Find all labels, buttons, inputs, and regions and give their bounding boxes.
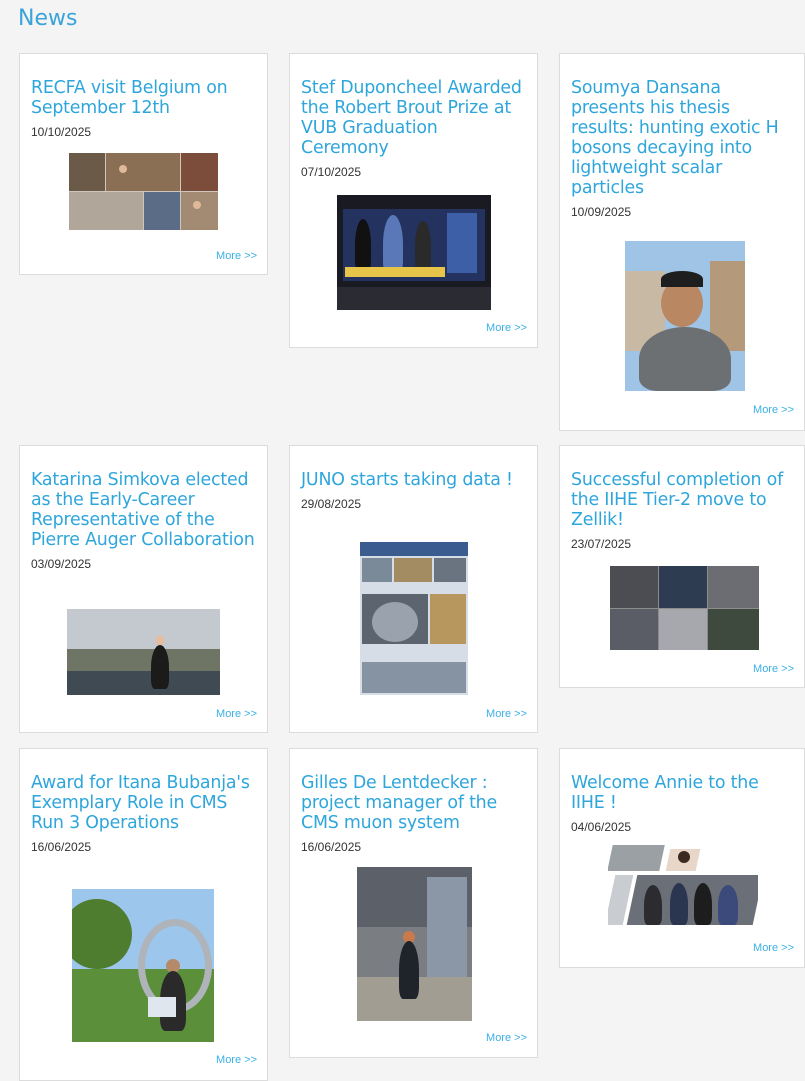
- news-title-link[interactable]: Welcome Annie to the IIHE !: [571, 773, 794, 813]
- news-card: Award for Itana Bubanja's Exemplary Role…: [19, 748, 268, 1081]
- news-card: Soumya Dansana presents his thesis resul…: [559, 53, 805, 431]
- news-card: Gilles De Lentdecker : project manager o…: [289, 748, 538, 1058]
- news-card: Katarina Simkova elected as the Early-Ca…: [19, 445, 268, 733]
- news-title-link[interactable]: RECFA visit Belgium on September 12th: [31, 78, 257, 118]
- news-title-link[interactable]: Soumya Dansana presents his thesis resul…: [571, 78, 794, 198]
- news-card: Successful completion of the IIHE Tier-2…: [559, 445, 805, 688]
- news-date: 04/06/2025: [571, 820, 632, 834]
- news-date: 16/06/2025: [301, 840, 362, 854]
- more-link[interactable]: More >>: [753, 663, 794, 675]
- more-link[interactable]: More >>: [753, 404, 794, 416]
- more-link[interactable]: More >>: [486, 1032, 527, 1044]
- news-date: 10/10/2025: [31, 125, 92, 139]
- news-title-link[interactable]: JUNO starts taking data !: [301, 470, 527, 490]
- more-link[interactable]: More >>: [753, 942, 794, 954]
- news-thumbnail[interactable]: [357, 867, 472, 1021]
- more-link[interactable]: More >>: [216, 708, 257, 720]
- news-thumbnail[interactable]: [67, 609, 220, 695]
- more-link[interactable]: More >>: [216, 250, 257, 262]
- news-date: 03/09/2025: [31, 557, 92, 571]
- news-date: 16/06/2025: [31, 840, 92, 854]
- more-link[interactable]: More >>: [486, 708, 527, 720]
- news-thumbnail[interactable]: [625, 241, 745, 391]
- news-thumbnail[interactable]: [610, 566, 759, 650]
- news-thumbnail[interactable]: [69, 153, 218, 230]
- news-date: 23/07/2025: [571, 537, 632, 551]
- news-thumbnail[interactable]: [337, 195, 491, 310]
- news-date: 10/09/2025: [571, 205, 632, 219]
- news-title-link[interactable]: Award for Itana Bubanja's Exemplary Role…: [31, 773, 257, 833]
- news-card: Welcome Annie to the IIHE ! 04/06/2025 M…: [559, 748, 805, 968]
- news-date: 07/10/2025: [301, 165, 362, 179]
- news-thumbnail[interactable]: [360, 542, 468, 695]
- news-thumbnail[interactable]: [608, 845, 758, 927]
- news-card: Stef Duponcheel Awarded the Robert Brout…: [289, 53, 538, 348]
- news-title-link[interactable]: Stef Duponcheel Awarded the Robert Brout…: [301, 78, 527, 158]
- news-card: RECFA visit Belgium on September 12th 10…: [19, 53, 268, 275]
- more-link[interactable]: More >>: [486, 322, 527, 334]
- news-thumbnail[interactable]: [72, 889, 214, 1042]
- news-title-link[interactable]: Successful completion of the IIHE Tier-2…: [571, 470, 794, 530]
- news-card: JUNO starts taking data ! 29/08/2025 Mor…: [289, 445, 538, 733]
- page-title: News: [18, 6, 78, 31]
- news-date: 29/08/2025: [301, 497, 362, 511]
- more-link[interactable]: More >>: [216, 1054, 257, 1066]
- news-title-link[interactable]: Gilles De Lentdecker : project manager o…: [301, 773, 527, 833]
- news-title-link[interactable]: Katarina Simkova elected as the Early-Ca…: [31, 470, 257, 550]
